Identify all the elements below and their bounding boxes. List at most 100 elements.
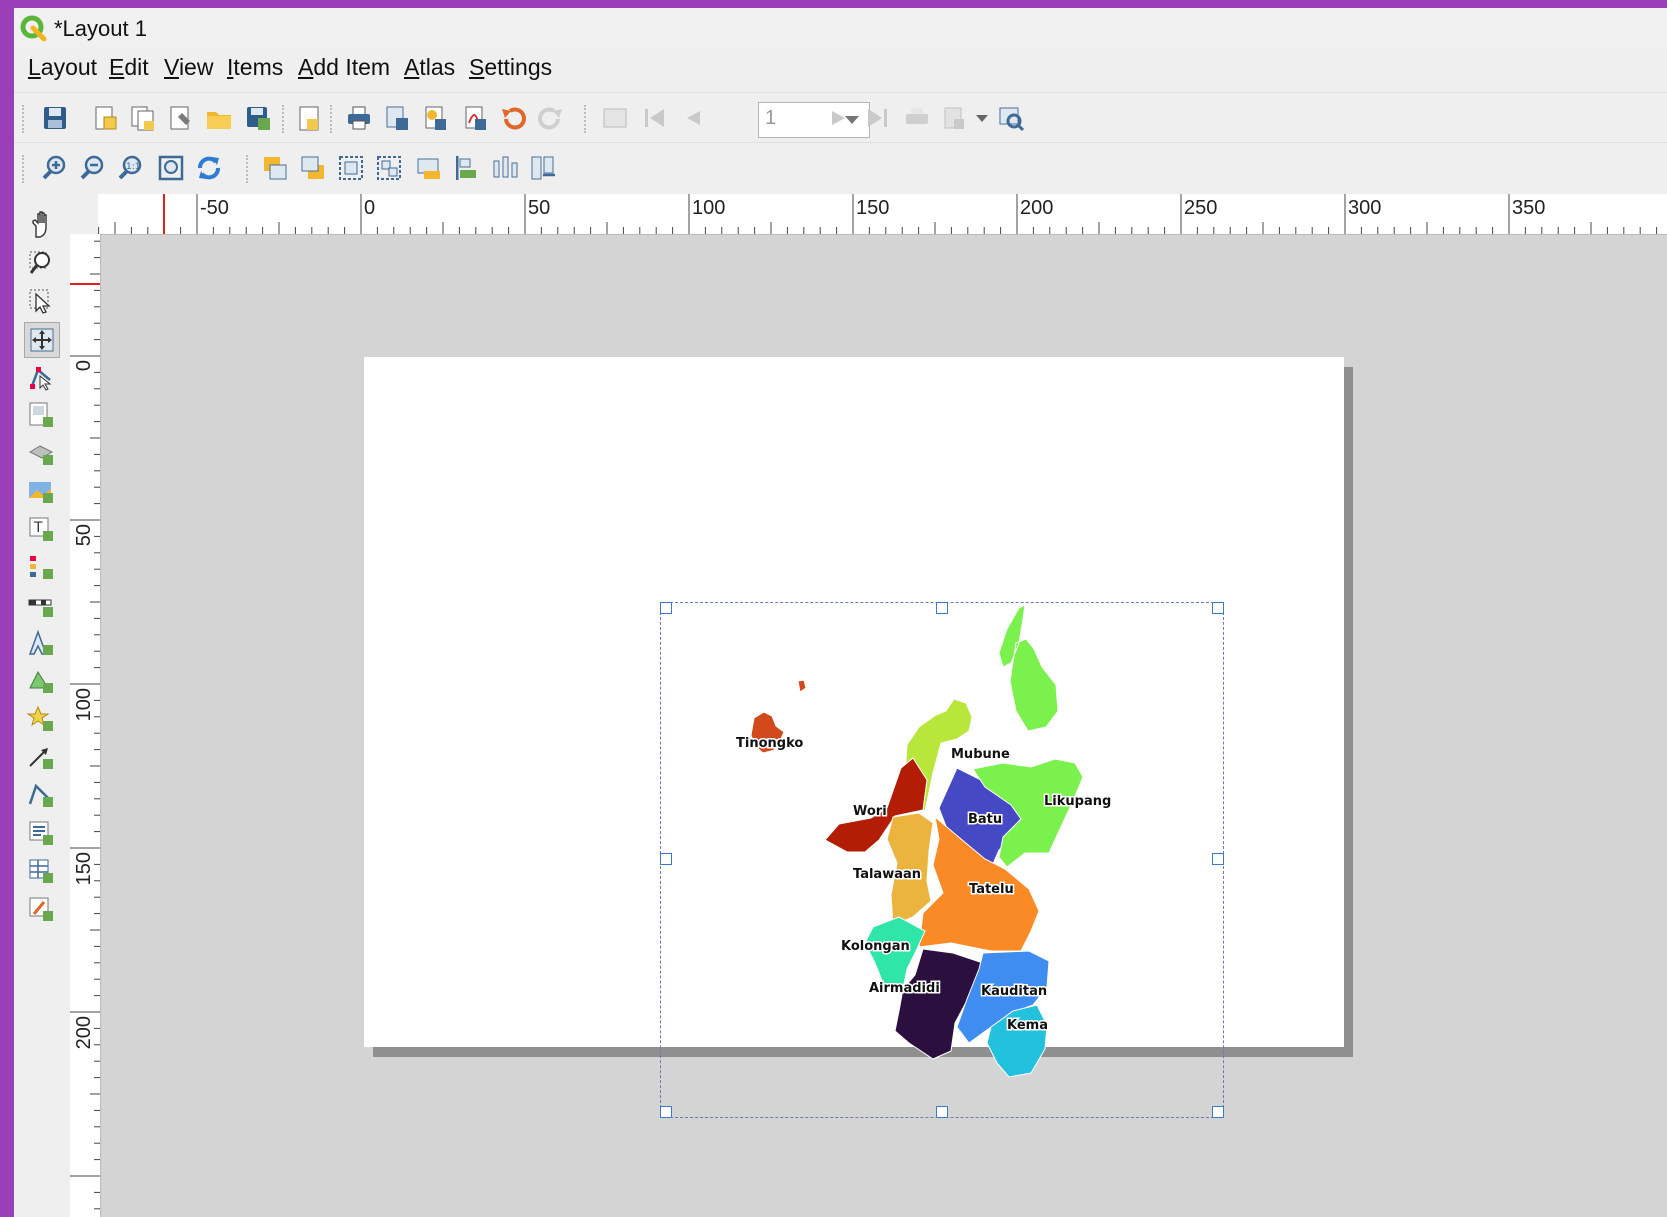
resize-handle-right[interactable] — [1212, 853, 1224, 865]
export-pdf-icon[interactable] — [460, 103, 490, 133]
resize-handle-top[interactable] — [936, 602, 948, 614]
layout-toolbar: 1 — [14, 92, 1667, 143]
add-north-arrow-tool[interactable] — [24, 626, 58, 660]
layout-page[interactable]: Tinongko Mubune Wori Batu Likupang Talaw… — [364, 357, 1344, 1118]
open-template-icon[interactable] — [204, 103, 234, 133]
resize-handle-top-left[interactable] — [660, 602, 672, 614]
export-svg-icon[interactable] — [420, 103, 450, 133]
add-label-tool[interactable]: T — [24, 512, 58, 546]
menu-atlas[interactable]: Atlas — [404, 54, 455, 81]
add-scale-bar-tool[interactable] — [24, 588, 58, 622]
add-html-tool[interactable] — [24, 816, 58, 850]
pan-layout-tool[interactable] — [24, 208, 58, 242]
refresh-icon[interactable] — [194, 153, 224, 183]
edit-nodes-tool[interactable] — [24, 360, 58, 394]
menu-layout[interactable]: Layout — [28, 54, 97, 81]
export-atlas-dropdown-icon[interactable] — [968, 103, 998, 133]
svg-text:T: T — [33, 520, 43, 536]
distribute-icon[interactable] — [490, 153, 520, 183]
resize-handle-bottom-left[interactable] — [660, 1106, 672, 1118]
toolbar-grip[interactable] — [246, 155, 252, 183]
align-left-icon[interactable] — [452, 153, 482, 183]
toolbar-grip[interactable] — [584, 105, 590, 133]
add-map-tool[interactable] — [24, 398, 58, 432]
vertical-ruler[interactable]: 0 50 100 150 200 — [70, 234, 101, 1217]
last-feature-icon[interactable] — [862, 103, 892, 133]
ruler-label: 200 — [1020, 197, 1053, 219]
resize-handle-bottom[interactable] — [936, 1106, 948, 1118]
print-atlas-icon[interactable] — [902, 103, 932, 133]
print-icon[interactable] — [344, 103, 374, 133]
navigation-toolbar: 1:1 — [14, 142, 1667, 193]
lower-items-icon[interactable] — [298, 153, 328, 183]
ruler-label: 150 — [73, 852, 95, 885]
ruler-label: 0 — [364, 197, 375, 219]
add-picture-tool[interactable] — [24, 474, 58, 508]
zoom-out-icon[interactable] — [78, 153, 108, 183]
map-label-airmadidi: Airmadidi — [869, 981, 940, 996]
resize-handle-left[interactable] — [660, 853, 672, 865]
map-label-mubune: Mubune — [951, 747, 1010, 762]
add-shape-tool[interactable] — [24, 664, 58, 698]
resize-handle-top-right[interactable] — [1212, 602, 1224, 614]
menu-add-item[interactable]: Add Item — [298, 54, 390, 81]
toolbox: T — [14, 194, 70, 1217]
map-item[interactable]: Tinongko Mubune Wori Batu Likupang Talaw… — [660, 602, 1224, 1118]
layout-canvas[interactable]: Tinongko Mubune Wori Batu Likupang Talaw… — [101, 235, 1667, 1217]
atlas-settings-icon[interactable] — [996, 103, 1026, 133]
toolbar-grip[interactable] — [282, 105, 288, 133]
first-feature-icon[interactable] — [640, 103, 670, 133]
previous-feature-icon[interactable] — [678, 103, 708, 133]
add-marker-tool[interactable] — [24, 702, 58, 736]
map-label-talawaan: Talawaan — [853, 867, 921, 882]
save-icon[interactable] — [40, 103, 70, 133]
ruler-label: 50 — [73, 524, 95, 546]
map-label-likupang: Likupang — [1044, 794, 1111, 809]
menu-view[interactable]: View — [164, 54, 213, 81]
add-3d-map-tool[interactable] — [24, 436, 58, 470]
resize-handle-bottom-right[interactable] — [1212, 1106, 1224, 1118]
map-label-batu: Batu — [968, 812, 1002, 827]
ruler-label: 0 — [73, 360, 95, 371]
toolbar-grip[interactable] — [22, 155, 28, 183]
add-fixed-table-tool[interactable] — [24, 892, 58, 926]
menu-items[interactable]: Items — [227, 54, 283, 81]
qgis-logo-icon — [19, 14, 47, 42]
select-move-tool[interactable] — [24, 284, 58, 318]
duplicate-layout-icon[interactable] — [128, 103, 158, 133]
raise-items-icon[interactable] — [260, 153, 290, 183]
ruler-label: -50 — [200, 197, 229, 219]
zoom-actual-icon[interactable]: 1:1 — [116, 153, 146, 183]
ruler-label: 50 — [528, 197, 550, 219]
zoom-tool[interactable] — [24, 246, 58, 280]
add-arrow-tool[interactable] — [24, 740, 58, 774]
page-setup-icon[interactable] — [294, 103, 324, 133]
toolbar-grip[interactable] — [330, 105, 336, 133]
resize-items-icon[interactable] — [528, 153, 558, 183]
next-feature-icon[interactable] — [824, 103, 854, 133]
export-image-icon[interactable] — [382, 103, 412, 133]
horizontal-ruler[interactable]: -50 0 50 100 150 200 250 300 350 — [98, 194, 1667, 235]
move-content-tool[interactable] — [24, 322, 60, 358]
group-items-icon[interactable] — [336, 153, 366, 183]
redo-icon[interactable] — [536, 103, 566, 133]
zoom-full-icon[interactable] — [156, 153, 186, 183]
lock-items-icon[interactable] — [414, 153, 444, 183]
save-as-template-icon[interactable] — [243, 103, 273, 133]
ungroup-items-icon[interactable] — [374, 153, 404, 183]
zoom-in-icon[interactable] — [40, 153, 70, 183]
add-polyline-tool[interactable] — [24, 778, 58, 812]
menu-edit[interactable]: Edit — [109, 54, 149, 81]
atlas-preview-icon[interactable] — [600, 103, 630, 133]
toolbar-grip[interactable] — [22, 105, 28, 133]
ruler-label: 300 — [1348, 197, 1381, 219]
add-legend-tool[interactable] — [24, 550, 58, 584]
export-atlas-icon[interactable] — [940, 103, 970, 133]
menu-settings[interactable]: Settings — [469, 54, 552, 81]
new-layout-icon[interactable] — [90, 103, 120, 133]
add-attribute-table-tool[interactable] — [24, 854, 58, 888]
layout-manager-icon[interactable] — [166, 103, 196, 133]
menu-bar: Layout Edit View Items Add Item Atlas Se… — [14, 50, 1667, 90]
title-bar: *Layout 1 — [14, 8, 1667, 48]
undo-icon[interactable] — [498, 103, 528, 133]
